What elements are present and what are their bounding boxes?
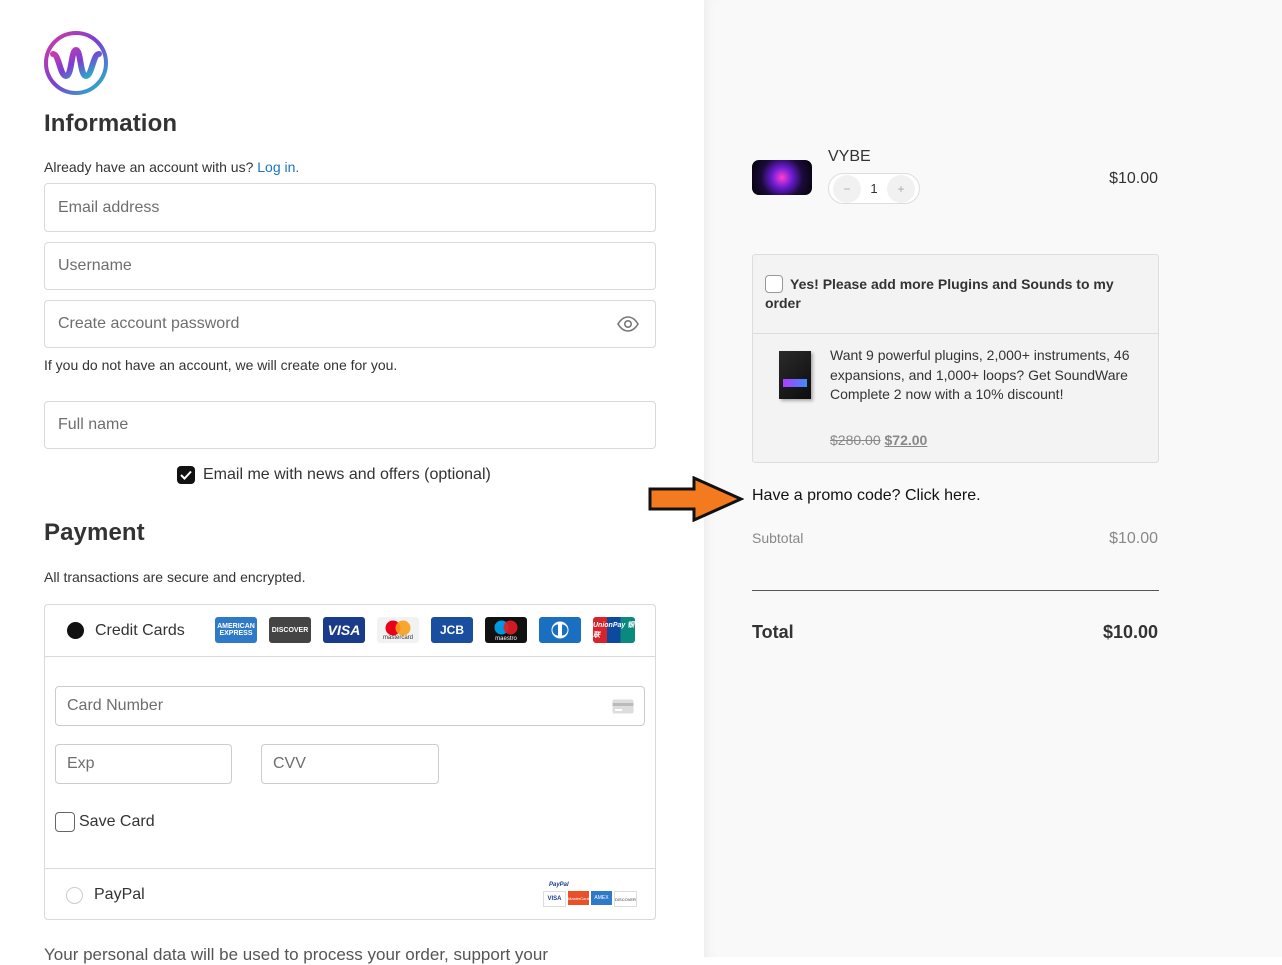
fullname-field[interactable] — [44, 401, 656, 449]
exp-field[interactable] — [55, 744, 232, 784]
qty-value[interactable]: 1 — [870, 181, 877, 196]
discover-logo-icon: DISCOVER — [269, 617, 311, 643]
subtotal-row: Subtotal $10.00 — [752, 530, 1158, 548]
payment-methods: Credit Cards AMERICAN EXPRESS DISCOVER V… — [44, 604, 656, 920]
qty-minus-button[interactable]: − — [833, 174, 861, 203]
paypal-radio[interactable] — [66, 886, 83, 904]
cvv-field[interactable] — [261, 744, 439, 784]
product-thumbnail — [752, 160, 812, 195]
upsell-old-price: $280.00 — [830, 432, 881, 448]
card-brand-logos: AMERICAN EXPRESS DISCOVER VISA mastercar… — [215, 617, 635, 643]
username-input[interactable] — [45, 243, 655, 289]
credit-card-radio[interactable] — [67, 622, 84, 639]
card-icon — [612, 699, 634, 713]
paypal-option[interactable]: PayPal PayPal VISA MasterCard AMEX DISCO… — [45, 868, 655, 921]
privacy-text: Your personal data will be used to proce… — [44, 945, 548, 964]
quantity-stepper[interactable]: − 1 + — [828, 173, 920, 204]
card-number-field[interactable] — [55, 686, 645, 726]
visa-logo-icon: VISA — [323, 617, 365, 643]
wave-w-logo-icon — [44, 31, 108, 95]
product-name: VYBE — [828, 148, 871, 165]
total-value: $10.00 — [1102, 622, 1158, 642]
credit-card-label: Credit Cards — [95, 621, 185, 639]
subtotal-label: Subtotal — [752, 530, 804, 546]
fullname-input[interactable] — [45, 402, 655, 448]
newsletter-checkbox[interactable]: Email me with news and offers (optional) — [177, 466, 491, 484]
payment-note: All transactions are secure and encrypte… — [44, 569, 306, 585]
mastercard-logo-icon: mastercard — [377, 617, 419, 643]
eye-icon[interactable] — [617, 316, 639, 332]
unionpay-logo-icon: UnionPay 银联 — [593, 617, 635, 643]
upsell-new-price: $72.00 — [884, 432, 928, 448]
summary-divider — [752, 590, 1159, 591]
email-field[interactable] — [44, 183, 656, 232]
upsell-header[interactable]: Yes! Please add more Plugins and Sounds … — [753, 255, 1158, 334]
login-link[interactable]: Log in. — [257, 159, 299, 175]
newsletter-label: Email me with news and offers (optional) — [203, 466, 491, 483]
credit-card-option[interactable]: Credit Cards AMERICAN EXPRESS DISCOVER V… — [45, 605, 655, 657]
payment-heading: Payment — [44, 519, 145, 546]
information-heading: Information — [44, 110, 178, 137]
upsell-description: Want 9 powerful plugins, 2,000+ instrume… — [830, 347, 1130, 402]
upsell-title: Yes! Please add more Plugins and Sounds … — [765, 276, 1114, 311]
account-note: If you do not have an account, we will c… — [44, 357, 398, 373]
paypal-label: PayPal — [94, 886, 145, 903]
card-number-input[interactable] — [56, 687, 612, 725]
save-card-box[interactable] — [55, 812, 75, 832]
checkmark-icon[interactable] — [177, 466, 195, 484]
amex-logo-icon: AMERICAN EXPRESS — [215, 617, 257, 643]
jcb-logo-icon: JCB — [431, 617, 473, 643]
exp-input[interactable] — [56, 745, 231, 783]
soundware-box-image — [775, 349, 815, 401]
total-label: Total — [752, 622, 794, 642]
account-prompt: Already have an account with us? Log in. — [44, 159, 300, 175]
username-field[interactable] — [44, 242, 656, 290]
total-row: Total $10.00 — [752, 622, 1158, 643]
password-input[interactable] — [45, 301, 617, 347]
cvv-input[interactable] — [262, 745, 438, 783]
checkout-form-panel: Information Already have an account with… — [0, 0, 704, 964]
diners-logo-icon — [539, 617, 581, 643]
product-price: $10.00 — [1109, 170, 1158, 187]
orange-arrow-icon — [648, 476, 744, 522]
order-summary-panel — [704, 0, 1282, 957]
subtotal-value: $10.00 — [1109, 530, 1158, 547]
email-input[interactable] — [45, 184, 655, 231]
password-field[interactable] — [44, 300, 656, 348]
save-card-checkbox[interactable]: Save Card — [55, 812, 155, 832]
qty-plus-button[interactable]: + — [886, 174, 915, 203]
promo-code-link[interactable]: Have a promo code? Click here. — [752, 487, 981, 505]
upsell-box: Yes! Please add more Plugins and Sounds … — [752, 254, 1159, 463]
save-card-label: Save Card — [79, 813, 155, 830]
upsell-price: $280.00 $72.00 — [830, 432, 927, 448]
paypal-logos-icon: PayPal VISA MasterCard AMEX DISCOVER — [543, 881, 637, 909]
maestro-logo-icon: maestro — [485, 617, 527, 643]
